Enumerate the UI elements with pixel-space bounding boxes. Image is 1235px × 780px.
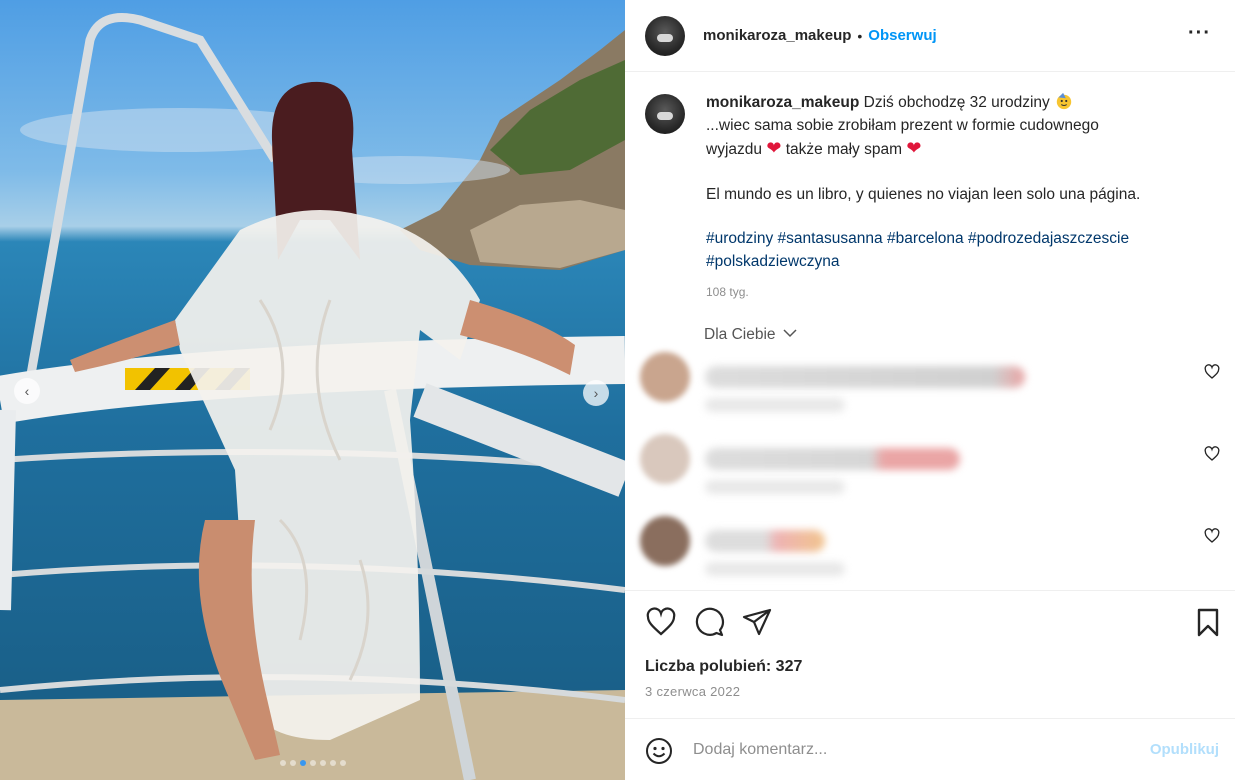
- post-side-panel: monikaroza_makeup • Obserwuj ··· monikar…: [625, 0, 1235, 780]
- caption-avatar[interactable]: [645, 94, 685, 134]
- post-header: monikaroza_makeup • Obserwuj ···: [625, 0, 1235, 72]
- post-date[interactable]: 3 czerwca 2022: [645, 684, 740, 699]
- comment-filter-label: Dla Ciebie: [704, 326, 776, 343]
- share-send-icon[interactable]: [741, 606, 773, 638]
- caption: monikaroza_makeup Dziś obchodzę 32 urodz…: [645, 92, 1215, 304]
- party-face-emoji-icon: [1056, 92, 1072, 110]
- comment-item: [640, 516, 1220, 586]
- post-actions: [645, 606, 1220, 640]
- follow-button[interactable]: Obserwuj: [868, 27, 936, 44]
- likes-count[interactable]: Liczba polubień: 327: [645, 658, 802, 676]
- separator-dot: •: [857, 27, 863, 44]
- save-bookmark-icon[interactable]: [1192, 606, 1224, 638]
- publish-button[interactable]: Opublikuj: [1150, 741, 1219, 758]
- comment-text-blurred: [705, 530, 825, 552]
- add-comment-bar: Opublikuj: [625, 718, 1235, 780]
- carousel-dot: [279, 760, 286, 766]
- more-options-icon[interactable]: ···: [1188, 22, 1211, 45]
- comment-like-heart-icon[interactable]: [1204, 446, 1220, 462]
- hashtags: #urodziny #santasusanna #barcelona #podr…: [706, 228, 1206, 273]
- comment-avatar[interactable]: [640, 516, 690, 566]
- comment-filter-dropdown[interactable]: Dla Ciebie: [704, 326, 797, 344]
- comment-input[interactable]: [693, 735, 1113, 765]
- emoji-picker-icon[interactable]: [645, 737, 673, 765]
- photo-illustration: [0, 13, 625, 780]
- comment-meta-blurred: [705, 398, 845, 412]
- like-heart-icon[interactable]: [645, 606, 677, 638]
- comment-meta-blurred: [705, 480, 845, 494]
- hashtags-line-2[interactable]: #polskadziewczyna: [706, 251, 1206, 274]
- comment-meta-blurred: [705, 562, 845, 576]
- carousel-dot: [339, 760, 346, 766]
- caption-quote: El mundo es un libro, y quienes no viaja…: [706, 185, 1141, 203]
- avatar[interactable]: [645, 15, 685, 56]
- comment-avatar[interactable]: [640, 434, 690, 484]
- comment-bubble-icon[interactable]: [693, 606, 725, 638]
- red-heart-emoji-icon: ❤: [906, 138, 922, 158]
- caption-username-link[interactable]: monikaroza_makeup: [706, 94, 859, 111]
- caption-line-3-start: wyjazdu: [706, 141, 762, 158]
- previous-slide-button[interactable]: ‹: [14, 378, 40, 404]
- carousel-dot: [299, 760, 306, 766]
- comment-text-blurred: [705, 448, 960, 470]
- comment-text-blurred: [705, 366, 1025, 388]
- carousel-indicator: [0, 760, 625, 766]
- actions-divider: [625, 590, 1235, 591]
- caption-line-3-middle: także mały spam: [785, 141, 903, 158]
- post-photo[interactable]: ‹ ›: [0, 0, 625, 780]
- red-heart-emoji-icon: ❤: [766, 138, 782, 158]
- carousel-dot: [329, 760, 336, 766]
- comment-like-heart-icon[interactable]: [1204, 528, 1220, 544]
- caption-text: monikaroza_makeup Dziś obchodzę 32 urodz…: [706, 92, 1206, 304]
- comment-item: [640, 434, 1220, 504]
- comment-like-heart-icon[interactable]: [1204, 364, 1220, 380]
- carousel-dot: [309, 760, 316, 766]
- comment-item: [640, 352, 1220, 422]
- chevron-down-icon: [783, 329, 797, 338]
- caption-line-2: ...wiec sama sobie zrobiłam prezent w fo…: [706, 116, 1099, 134]
- carousel-dot: [319, 760, 326, 766]
- caption-timestamp[interactable]: 108 tyg.: [706, 281, 1206, 304]
- caption-line-1: Dziś obchodzę 32 urodziny: [863, 94, 1050, 111]
- carousel-dot: [289, 760, 296, 766]
- hashtags-line-1[interactable]: #urodziny #santasusanna #barcelona #podr…: [706, 228, 1206, 251]
- comment-avatar[interactable]: [640, 352, 690, 402]
- username-link[interactable]: monikaroza_makeup: [703, 27, 851, 44]
- next-slide-button[interactable]: ›: [583, 380, 609, 406]
